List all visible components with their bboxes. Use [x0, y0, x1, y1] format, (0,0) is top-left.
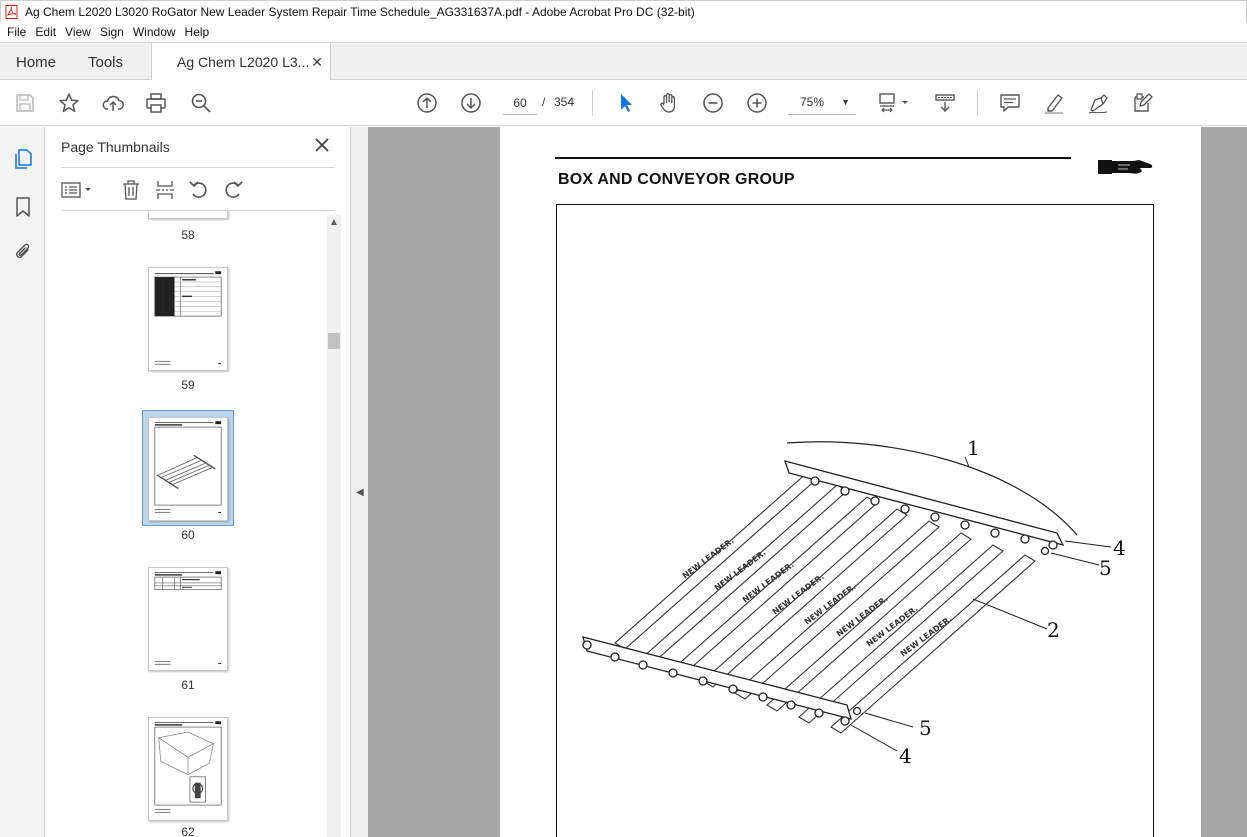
tab-tools[interactable]: Tools: [88, 54, 123, 71]
title-bar: Ag Chem L2020 L3020 RoGator New Leader S…: [0, 0, 1247, 22]
page-thumbnail[interactable]: [148, 211, 228, 219]
close-panel-icon[interactable]: [313, 136, 331, 154]
tab-home[interactable]: Home: [16, 54, 56, 71]
pdf-page: BOX AND CONVEYOR GROUP NEW LEADER. NEW L…: [500, 127, 1201, 837]
panel-title: Page Thumbnails: [61, 139, 170, 155]
menu-sign[interactable]: Sign: [97, 25, 130, 39]
table-page-preview: [154, 271, 222, 365]
collapse-panel-icon[interactable]: ◀: [356, 487, 364, 498]
scroll-mode-icon[interactable]: [933, 91, 957, 115]
previous-page-icon[interactable]: [415, 91, 439, 115]
save-icon[interactable]: [13, 91, 37, 115]
page-fit-dropdown-icon[interactable]: [876, 91, 912, 115]
main-toolbar: [0, 80, 1247, 126]
header-rule: [555, 157, 1071, 159]
menu-view[interactable]: View: [62, 25, 97, 39]
page-heading: BOX AND CONVEYOR GROUP: [558, 171, 795, 188]
delete-page-icon[interactable]: [119, 178, 143, 202]
highlight-pen-icon[interactable]: [1042, 91, 1066, 115]
divider: [61, 167, 335, 168]
page-thumbnail[interactable]: [148, 567, 228, 671]
comment-icon[interactable]: [998, 91, 1022, 115]
assembly-page-preview: [154, 721, 222, 813]
close-tab-icon[interactable]: ✕: [311, 54, 323, 71]
menu-bar: File Edit View Sign Window Help: [0, 22, 1247, 42]
page-thumbnail-selected[interactable]: [148, 417, 228, 521]
menu-edit[interactable]: Edit: [32, 25, 62, 39]
document-tab-label: Ag Chem L2020 L3...: [177, 54, 310, 70]
thumbnail-options-icon[interactable]: [60, 178, 96, 202]
thumbnail-page-number: 61: [181, 678, 195, 692]
thumbnails-scrollbar[interactable]: ▲: [327, 215, 341, 837]
rotate-counterclockwise-icon[interactable]: [187, 178, 211, 202]
right-gutter: [1201, 127, 1247, 837]
toolbar-divider: [977, 90, 978, 116]
chevron-down-icon: ▼: [841, 97, 850, 107]
bookmark-icon[interactable]: [11, 195, 35, 219]
toolbar-divider: [592, 90, 593, 116]
window-title: Ag Chem L2020 L3020 RoGator New Leader S…: [25, 4, 695, 19]
page-thumbnail[interactable]: [148, 267, 228, 371]
print-icon[interactable]: [144, 91, 168, 115]
callout-label: 5: [919, 716, 932, 740]
extract-pages-icon[interactable]: [153, 178, 177, 202]
sign-pen-icon[interactable]: [1086, 91, 1110, 115]
edit-pdf-icon[interactable]: [1130, 91, 1154, 115]
menu-window[interactable]: Window: [130, 25, 182, 39]
page-separator: /: [542, 95, 546, 109]
attachment-icon[interactable]: [11, 240, 35, 264]
acrobat-app-icon: [5, 4, 18, 19]
zoom-in-icon[interactable]: [745, 91, 769, 115]
callout-label: 4: [1113, 536, 1126, 560]
next-page-icon[interactable]: [459, 91, 483, 115]
callout-label: 2: [1047, 618, 1060, 642]
thumbnail-page-number: 60: [181, 528, 195, 542]
conveyor-chain-diagram: NEW LEADER. NEW LEADER. NEW LEADER. NEW …: [582, 436, 1126, 768]
menu-file[interactable]: File: [4, 25, 32, 39]
page-thumbnails-icon[interactable]: [11, 147, 35, 171]
callout-label: 5: [1099, 556, 1112, 580]
rotate-clockwise-icon[interactable]: [221, 178, 245, 202]
callout-label: 4: [899, 744, 912, 768]
tab-bar: Home Tools Ag Chem L2020 L3... ✕: [0, 42, 1247, 81]
tab-document[interactable]: Ag Chem L2020 L3... ✕: [151, 43, 331, 81]
upload-cloud-icon[interactable]: [101, 91, 125, 115]
thumbnail-page-number: 58: [181, 228, 195, 242]
page-total: 354: [554, 95, 575, 109]
scroll-up-icon[interactable]: ▲: [329, 217, 339, 228]
zoom-value: 75%: [800, 95, 825, 109]
scrollbar-thumb[interactable]: [328, 333, 340, 349]
panel-splitter[interactable]: ◀: [350, 127, 368, 837]
hand-tool-icon[interactable]: [657, 91, 681, 115]
zoom-out-icon[interactable]: [701, 91, 725, 115]
callout-label: 1: [967, 436, 980, 460]
page-number-input[interactable]: 60: [502, 91, 538, 115]
parts-list-page-preview: [154, 571, 222, 665]
thumbnails-list: 58 59 60 61 62: [45, 211, 326, 837]
zoom-search-icon[interactable]: [189, 91, 213, 115]
conveyor-page-preview: [154, 421, 222, 514]
zoom-select[interactable]: 75% ▼: [788, 91, 856, 115]
left-navigation-rail: [0, 127, 45, 837]
page-thumbnails-panel: Page Thumbnails 58 59 60 61 62 ▲: [45, 127, 350, 837]
select-cursor-icon[interactable]: [613, 91, 637, 115]
pointing-hand-logo-icon: [1098, 160, 1153, 174]
thumbnail-page-number: 62: [181, 825, 195, 837]
thumbnail-page-number: 59: [181, 378, 195, 392]
star-icon[interactable]: [57, 91, 81, 115]
conveyor-diagram-frame: NEW LEADER. NEW LEADER. NEW LEADER. NEW …: [556, 204, 1154, 837]
document-viewport[interactable]: BOX AND CONVEYOR GROUP NEW LEADER. NEW L…: [368, 127, 1247, 837]
menu-help[interactable]: Help: [182, 25, 216, 39]
page-thumbnail[interactable]: [148, 717, 228, 821]
